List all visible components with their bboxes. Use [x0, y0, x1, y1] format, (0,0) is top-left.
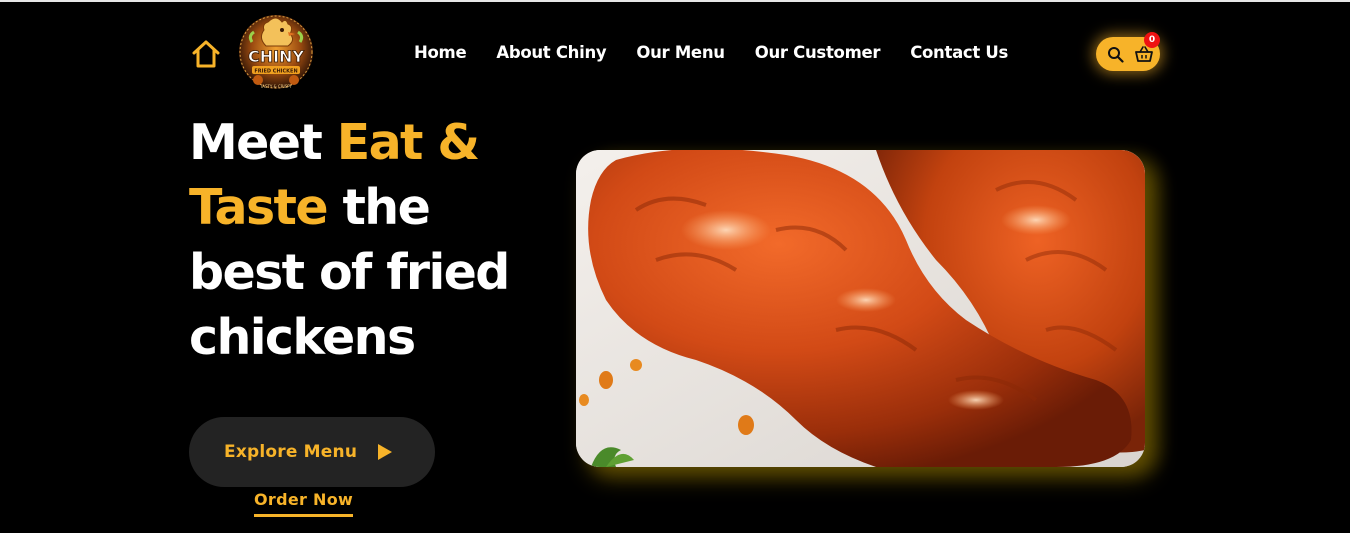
nav-about-chiny[interactable]: About Chiny	[496, 42, 606, 64]
nav-contact-us[interactable]: Contact Us	[910, 42, 1008, 64]
fried-chicken-image	[576, 150, 1145, 467]
logo-emblem: CHINY FRIED CHICKEN TASTY & CRISPY	[239, 15, 313, 89]
explore-menu-button[interactable]: Explore Menu	[189, 417, 435, 487]
headline-meet: Meet	[189, 114, 337, 171]
logo-tagline: TASTY & CRISPY	[259, 84, 293, 89]
logo-brand: CHINY	[248, 47, 304, 66]
brand-logo[interactable]: CHINY FRIED CHICKEN TASTY & CRISPY	[238, 12, 314, 94]
headline-accent-taste: Taste	[189, 179, 329, 236]
play-icon	[378, 444, 393, 460]
headline-the: the	[327, 179, 430, 236]
headline-accent-eat: Eat &	[336, 114, 480, 171]
search-icon[interactable]	[1107, 46, 1124, 63]
logo-ribbon: FRIED CHICKEN	[254, 69, 297, 75]
main-nav: Home About Chiny Our Menu Our Customer C…	[414, 42, 1008, 64]
headline-line3: best of fried	[189, 244, 510, 301]
headline-line4: chickens	[189, 309, 416, 366]
cart-count-badge: 0	[1144, 32, 1160, 48]
nav-our-menu[interactable]: Our Menu	[636, 42, 725, 64]
nav-home[interactable]: Home	[414, 42, 467, 64]
order-now-link[interactable]: Order Now	[254, 489, 354, 517]
home-icon[interactable]	[190, 38, 222, 70]
hero-headline: Meet Eat & Taste the best of fried chickens	[189, 110, 549, 370]
explore-menu-label: Explore Menu	[224, 442, 358, 462]
nav-our-customer[interactable]: Our Customer	[755, 42, 881, 64]
